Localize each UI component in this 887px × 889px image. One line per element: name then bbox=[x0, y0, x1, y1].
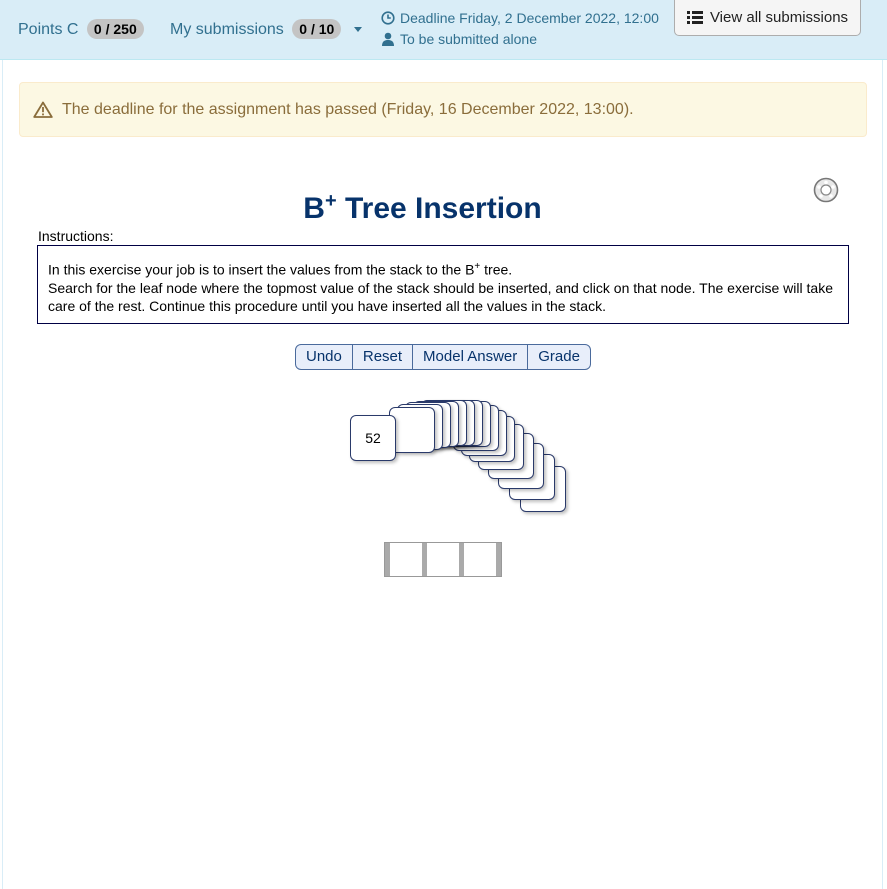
points-badge: 0 / 250 bbox=[86, 19, 144, 39]
clock-icon bbox=[381, 11, 395, 25]
view-all-label: View all submissions bbox=[709, 9, 849, 26]
list-icon bbox=[686, 11, 703, 24]
deadline-text: Deadline Friday, 2 December 2022, 12:00 bbox=[400, 10, 659, 26]
model-answer-button[interactable]: Model Answer bbox=[413, 345, 529, 369]
bplus-tree-leaf-node[interactable] bbox=[384, 542, 502, 577]
exercise-panel bbox=[2, 60, 883, 889]
submission-status-bar: Points C 0 / 250 My submissions 0 / 10 D… bbox=[0, 0, 887, 60]
submit-mode-text: To be submitted alone bbox=[400, 31, 537, 47]
stack-top-card[interactable]: 52 bbox=[350, 415, 396, 461]
leaf-node-cell[interactable] bbox=[385, 543, 422, 576]
exercise-controls: Undo Reset Model Answer Grade bbox=[295, 344, 591, 370]
undo-button[interactable]: Undo bbox=[296, 345, 353, 369]
warning-icon bbox=[33, 101, 53, 118]
deadline-passed-alert: The deadline for the assignment has pass… bbox=[19, 82, 867, 137]
grade-button[interactable]: Grade bbox=[528, 345, 590, 369]
points-indicator: Points C 0 / 250 bbox=[18, 19, 144, 39]
submissions-label: My submissions bbox=[170, 21, 284, 38]
leaf-node-pointer bbox=[496, 543, 501, 576]
reset-button[interactable]: Reset bbox=[353, 345, 414, 369]
user-icon bbox=[382, 32, 394, 46]
submit-mode-info: To be submitted alone bbox=[381, 31, 537, 47]
alert-text: The deadline for the assignment has pass… bbox=[62, 100, 634, 118]
leaf-node-cell[interactable] bbox=[459, 543, 496, 576]
my-submissions-dropdown[interactable]: My submissions 0 / 10 bbox=[170, 19, 362, 39]
instructions-label: Instructions: bbox=[38, 228, 114, 244]
instructions-box: In this exercise your job is to insert t… bbox=[37, 245, 849, 324]
instructions-line-2: Search for the leaf node where the topmo… bbox=[48, 279, 833, 314]
exercise-title: B+ Tree Insertion bbox=[303, 190, 542, 225]
chevron-down-icon bbox=[353, 27, 362, 33]
view-all-submissions-button[interactable]: View all submissions bbox=[674, 0, 861, 36]
points-label: Points C bbox=[18, 21, 79, 38]
submissions-badge: 0 / 10 bbox=[292, 19, 342, 39]
leaf-node-cell[interactable] bbox=[422, 543, 459, 576]
instructions-line-1: In this exercise your job is to insert t… bbox=[48, 261, 513, 278]
deadline-info: Deadline Friday, 2 December 2022, 12:00 bbox=[381, 10, 659, 26]
